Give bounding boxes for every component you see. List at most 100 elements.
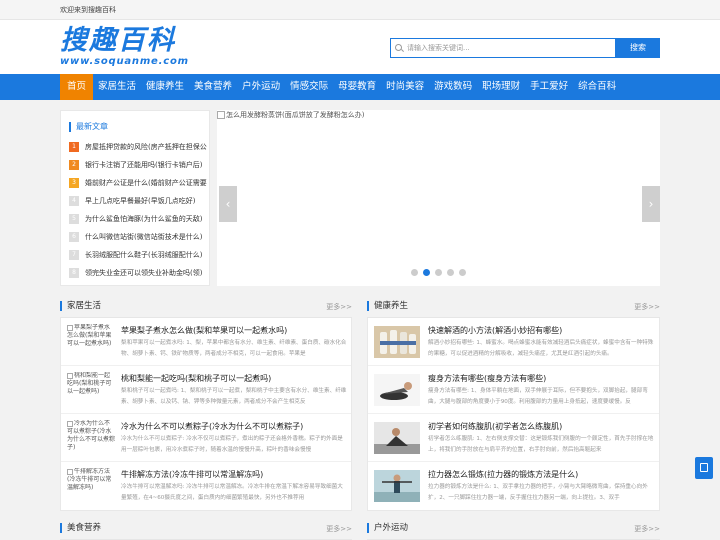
welcome-text: 欢迎来到搜趣百科 (60, 6, 116, 14)
latest-articles-list: 1 房屋抵押贷款的风险(房产抵押在担保公司) 2 银行卡注销了还能用吗(银行卡销户后)… (61, 138, 209, 282)
nav-item[interactable]: 首页 (60, 74, 94, 100)
article-title[interactable]: 桃和梨能一起吃吗(梨和桃子可以一起煮吗) (121, 373, 347, 384)
latest-article-title[interactable]: 银行卡注销了还能用吗(银行卡销户后) (85, 160, 207, 170)
article-summary: 拉力器的锻炼方法是什么: 1、双手拿拉力器的把手，小臂与大臂略微弯曲，保持重心向… (428, 484, 648, 501)
nav-item[interactable]: 家居生活 (93, 74, 141, 100)
slider-next-button[interactable]: › (642, 186, 660, 222)
rank-badge: 2 (69, 160, 79, 170)
nav-item[interactable]: 情感交际 (285, 74, 333, 100)
slider-prev-button[interactable]: ‹ (219, 186, 237, 222)
nav-item[interactable]: 母婴教育 (333, 74, 381, 100)
nav-item[interactable]: 户外运动 (237, 74, 285, 100)
slide-image[interactable]: 怎么用发酵粉蒸饼(面瓜饼放了发酵粉怎么办) (217, 110, 364, 120)
nav-item[interactable]: 美食营养 (189, 74, 237, 100)
article-title[interactable]: 牛排解冻方法(冷冻牛排可以常温解冻吗) (121, 469, 347, 480)
rank-badge: 1 (69, 142, 79, 152)
article-item[interactable]: 拉力器怎么锻炼(拉力器的锻炼方法是什么) 拉力器的锻炼方法是什么: 1、双手拿拉力… (368, 462, 659, 510)
latest-article-item[interactable]: 1 房屋抵押贷款的风险(房产抵押在担保公司) (61, 138, 209, 156)
latest-article-title[interactable]: 婚前财产公证是什么(婚前财产公证需要) (85, 178, 207, 188)
slider-dots (411, 269, 466, 276)
search-input[interactable]: 请输入搜索关键词... (390, 38, 616, 58)
nav-item[interactable]: 综合百科 (573, 74, 621, 100)
section-header: 美食营养 更多>> (60, 518, 352, 540)
article-thumbnail[interactable] (374, 422, 420, 454)
article-item[interactable]: 苹果梨子煮水怎么做(梨和苹果可以一起煮水吗) 苹果梨子煮水怎么做(梨和苹果可以一起… (61, 318, 351, 366)
article-summary: 冷冻牛排可以常温解冻吗: 冷冻牛排可以常温解冻。冷冻牛排在常温下解冻容易导致细菌… (121, 484, 343, 501)
slider-dot[interactable] (459, 269, 466, 276)
rank-badge: 5 (69, 214, 79, 224)
article-summary: 梨和桃子可以一起煮吗: 1、梨和桃子可以一起煮，梨和桃子中主要含有水分、维生素、… (121, 388, 347, 405)
article-title[interactable]: 苹果梨子煮水怎么做(梨和苹果可以一起煮水吗) (121, 325, 347, 336)
more-link[interactable]: 更多>> (326, 524, 352, 534)
logo-url: www.soquanme.com (60, 56, 189, 67)
article-thumbnail[interactable] (374, 470, 420, 502)
article-summary: 梨和苹果可以一起煮水吗: 1、梨，苹果中都含有水分、维生素、纤维素、蛋白质、碳水… (121, 340, 347, 357)
slider-dot[interactable] (423, 269, 430, 276)
article-thumbnail[interactable] (374, 374, 420, 406)
section-title: 健康养生 (367, 301, 408, 311)
article-summary: 瘦身方法有哪些: 1、身体平躺在地面，双手伸展于耳际，但不要抱头，双脚抬起，腿部… (428, 388, 648, 405)
broken-image-icon (67, 468, 73, 475)
latest-article-title[interactable]: 长羽绒服配什么鞋子(长羽绒服配什么) (85, 250, 207, 260)
article-title[interactable]: 初学者如何练腹肌(初学者怎么练腹肌) (428, 421, 654, 432)
slider-dot[interactable] (447, 269, 454, 276)
latest-article-title[interactable]: 领完失业金还可以领失业补助金吗(领) (85, 268, 207, 278)
article-item[interactable]: 桃和梨能一起吃吗(梨和桃子可以一起煮吗) 桃和梨能一起吃吗(梨和桃子可以一起煮吗)… (61, 366, 351, 414)
floating-feedback-button[interactable] (695, 457, 713, 479)
search-bar: 请输入搜索关键词... 搜索 (390, 38, 660, 58)
article-title[interactable]: 瘦身方法有哪些(瘦身方法有哪些) (428, 373, 654, 384)
article-thumbnail[interactable]: 苹果梨子煮水怎么做(梨和苹果可以一起煮水吗) (67, 324, 115, 358)
thumbnail-alt-text: 桃和梨能一起吃吗(梨和桃子可以一起煮吗) (67, 372, 112, 395)
article-thumbnail[interactable]: 牛排解冻方法(冷冻牛排可以常温解冻吗) (67, 468, 115, 502)
nav-item[interactable]: 职场理财 (477, 74, 525, 100)
more-link[interactable]: 更多>> (634, 524, 660, 534)
document-icon (700, 463, 708, 472)
latest-article-item[interactable]: 6 什么叫微信站街(微信站街技术是什么) (61, 228, 209, 246)
slider-dot[interactable] (411, 269, 418, 276)
section-header: 户外运动 更多>> (367, 518, 660, 540)
rank-badge: 8 (69, 268, 79, 278)
latest-article-title[interactable]: 什么叫微信站街(微信站街技术是什么) (85, 232, 207, 242)
latest-article-item[interactable]: 7 长羽绒服配什么鞋子(长羽绒服配什么) (61, 246, 209, 264)
latest-article-item[interactable]: 2 银行卡注销了还能用吗(银行卡销户后) (61, 156, 209, 174)
image-slider[interactable]: 怎么用发酵粉蒸饼(面瓜饼放了发酵粉怎么办) ‹ › (217, 110, 660, 286)
broken-image-icon (67, 420, 73, 427)
article-title[interactable]: 拉力器怎么锻炼(拉力器的锻炼方法是什么) (428, 469, 654, 480)
latest-article-item[interactable]: 4 早上几点吃早餐最好(早饭几点吃好) (61, 192, 209, 210)
nav-item[interactable]: 时尚美容 (381, 74, 429, 100)
article-title[interactable]: 冷水为什么不可以煮粽子(冷水为什么不可以煮粽子) (121, 421, 347, 432)
rank-badge: 6 (69, 232, 79, 242)
latest-article-item[interactable]: 8 领完失业金还可以领失业补助金吗(领) (61, 264, 209, 282)
latest-article-title[interactable]: 为什么鲨鱼怕海豚(为什么鲨鱼的天敌) (85, 214, 207, 224)
latest-article-title[interactable]: 早上几点吃早餐最好(早饭几点吃好) (85, 196, 207, 206)
section-home-living: 家居生活 更多>> 苹果梨子煮水怎么做(梨和苹果可以一起煮水吗) 苹果梨子煮水怎么… (60, 296, 352, 511)
more-link[interactable]: 更多>> (326, 302, 352, 312)
section-food: 美食营养 更多>> (60, 518, 352, 540)
search-button[interactable]: 搜索 (616, 38, 660, 58)
article-title[interactable]: 快速解酒的小方法(解酒小妙招有哪些) (428, 325, 654, 336)
thumbnail-alt-text: 冷水为什么不可以煮粽子(冷水为什么不可以煮粽子) (67, 420, 115, 451)
section-header: 家居生活 更多>> (60, 296, 352, 318)
latest-article-title[interactable]: 房屋抵押贷款的风险(房产抵押在担保公司) (85, 142, 207, 152)
section-title: 美食营养 (60, 523, 101, 533)
site-logo[interactable]: 搜趣百科 www.soquanme.com (60, 26, 189, 68)
nav-item[interactable]: 游戏数码 (429, 74, 477, 100)
search-icon (395, 44, 402, 51)
article-summary: 解酒小妙招有哪些: 1、蜂蜜水。喝点蜂蜜水能有效减轻酒后头痛症状，蜂蜜中含有一种… (428, 340, 654, 357)
latest-article-item[interactable]: 5 为什么鲨鱼怕海豚(为什么鲨鱼的天敌) (61, 210, 209, 228)
article-thumbnail[interactable]: 冷水为什么不可以煮粽子(冷水为什么不可以煮粽子) (67, 420, 115, 454)
article-item[interactable]: 快速解酒的小方法(解酒小妙招有哪些) 解酒小妙招有哪些: 1、蜂蜜水。喝点蜂蜜水能… (368, 318, 659, 366)
header: 搜趣百科 www.soquanme.com 请输入搜索关键词... 搜索 (0, 20, 720, 74)
article-item[interactable]: 牛排解冻方法(冷冻牛排可以常温解冻吗) 牛排解冻方法(冷冻牛排可以常温解冻吗) 冷冻… (61, 462, 351, 510)
nav-item[interactable]: 手工爱好 (525, 74, 573, 100)
nav-item[interactable]: 健康养生 (141, 74, 189, 100)
article-item[interactable]: 冷水为什么不可以煮粽子(冷水为什么不可以煮粽子) 冷水为什么不可以煮粽子(冷水为什… (61, 414, 351, 462)
article-thumbnail[interactable] (374, 326, 420, 358)
article-item[interactable]: 瘦身方法有哪些(瘦身方法有哪些) 瘦身方法有哪些: 1、身体平躺在地面，双手伸展于… (368, 366, 659, 414)
latest-article-item[interactable]: 3 婚前财产公证是什么(婚前财产公证需要) (61, 174, 209, 192)
slider-dot[interactable] (435, 269, 442, 276)
article-item[interactable]: 初学者如何练腹肌(初学者怎么练腹肌) 初学者怎么练腹肌: 1、左右侧支撑交替：这是… (368, 414, 659, 462)
more-link[interactable]: 更多>> (634, 302, 660, 312)
main-nav: 首页 家居生活 健康养生 美食营养 户外运动 情感交际 母婴教育 时尚美容 游戏数码 职场理财 手工… (0, 74, 720, 100)
article-thumbnail[interactable]: 桃和梨能一起吃吗(梨和桃子可以一起煮吗) (67, 372, 115, 406)
